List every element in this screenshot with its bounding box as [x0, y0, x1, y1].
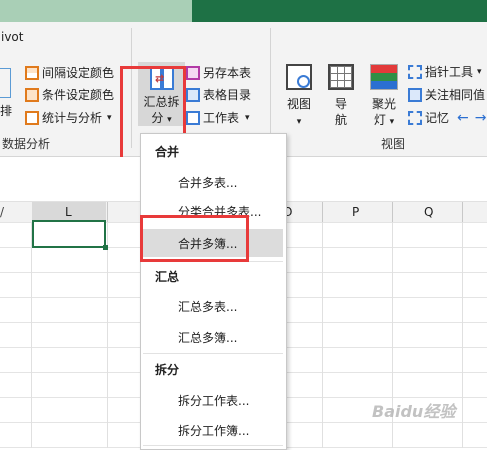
fill-handle[interactable] [103, 245, 108, 250]
navigation-button-line2: 航 [334, 113, 347, 127]
view-button-label[interactable]: 视图 [284, 96, 314, 112]
partial-icon [0, 68, 11, 98]
interval-color-button[interactable]: 间隔设定颜色 [25, 64, 114, 81]
chevron-down-icon: ▾ [296, 117, 302, 127]
save-sheet-icon [186, 65, 200, 80]
menu-item-split-workbook[interactable]: 拆分工作簿... [178, 422, 249, 439]
menu-separator [143, 353, 283, 354]
menu-header-merge: 合并 [155, 145, 180, 159]
pointer-tool-icon [408, 64, 422, 79]
chevron-down-icon: ▾ [107, 112, 112, 123]
navigation-button-line1[interactable]: 导 [326, 96, 356, 112]
statistics-label: 统计与分析 [42, 111, 103, 125]
spotlight-button-line1[interactable]: 聚光 [366, 96, 402, 112]
column-header-Q[interactable]: Q [424, 205, 433, 219]
menu-item-merge-sheets[interactable]: 合并多表... [178, 174, 237, 191]
table-catalog-icon [186, 87, 200, 102]
column-divider [107, 202, 108, 222]
statistics-button[interactable]: 统计与分析 ▾ [25, 109, 112, 126]
group-label-view: 视图 [381, 137, 406, 151]
separator [270, 28, 271, 148]
ribbon-tab-highlight [0, 0, 192, 22]
arrow-right-icon[interactable]: → [475, 110, 487, 126]
column-divider [462, 202, 463, 222]
menu-header-split: 拆分 [155, 363, 180, 377]
menu-item-summarize-workbooks[interactable]: 汇总多簿... [178, 329, 237, 346]
spotlight-button-line2: 灯 ▾ [373, 113, 395, 127]
memory-button[interactable]: 记忆 ← → [408, 109, 486, 126]
interval-color-label: 间隔设定颜色 [42, 66, 115, 80]
chevron-down-icon: ▾ [477, 66, 482, 77]
memory-icon [408, 110, 422, 125]
grid-column-line [462, 222, 463, 448]
active-cell[interactable] [32, 220, 106, 248]
grid-column-line [107, 222, 108, 448]
column-header-P[interactable]: P [352, 205, 359, 219]
menu-item-split-worksheet[interactable]: 拆分工作表... [178, 392, 249, 409]
spotlight-icon [370, 64, 398, 90]
summarize-split-menu: 合并 合并多表... 分类合并多表... 合并多簿... 汇总 汇总多表... … [140, 133, 287, 450]
condition-color-label: 条件设定颜色 [42, 88, 115, 102]
navigation-icon [328, 64, 354, 90]
focus-same-value-icon [408, 87, 422, 102]
highlight-box-menu [140, 215, 249, 262]
title-bar [0, 0, 487, 22]
pointer-tool-button[interactable]: 指针工具 ▾ [408, 63, 482, 80]
column-divider [322, 202, 323, 222]
grid-column-line [322, 222, 323, 448]
column-header-L[interactable]: L [65, 205, 72, 219]
menu-header-summary: 汇总 [155, 270, 180, 284]
partial-button-label[interactable]: 排 [0, 102, 12, 119]
chevron-down-icon: ▾ [245, 112, 250, 123]
worksheet-label: 工作表 [203, 111, 240, 125]
memory-label: 记忆 [425, 111, 450, 125]
statistics-icon [25, 110, 39, 125]
ribbon-title-fragment: ivot [1, 30, 24, 44]
worksheet-icon [186, 110, 200, 125]
column-divider [392, 202, 393, 222]
save-sheet-label: 另存本表 [203, 66, 252, 80]
view-icon [286, 64, 312, 90]
save-sheet-button[interactable]: 另存本表 [186, 64, 251, 81]
table-catalog-button[interactable]: 表格目录 [186, 86, 251, 103]
menu-item-summarize-sheets[interactable]: 汇总多表... [178, 298, 237, 315]
pointer-tool-label: 指针工具 [425, 65, 474, 79]
chevron-down-icon: ▾ [389, 117, 395, 127]
worksheet-button[interactable]: 工作表 ▾ [186, 109, 250, 126]
condition-color-icon [25, 87, 39, 102]
condition-color-button[interactable]: 条件设定颜色 [25, 86, 114, 103]
table-catalog-label: 表格目录 [203, 88, 252, 102]
group-label-data-analysis: 数据分析 [2, 137, 51, 151]
grid-color-icon [25, 65, 39, 80]
focus-same-value-button[interactable]: 关注相同值 [408, 86, 485, 103]
grid-column-line [31, 222, 32, 448]
watermark-logo: Baidu经验 [372, 402, 456, 421]
menu-separator [143, 445, 283, 446]
arrow-left-icon[interactable]: ← [457, 110, 469, 126]
focus-same-value-label: 关注相同值 [425, 88, 486, 102]
column-header-partial: / [0, 205, 5, 219]
